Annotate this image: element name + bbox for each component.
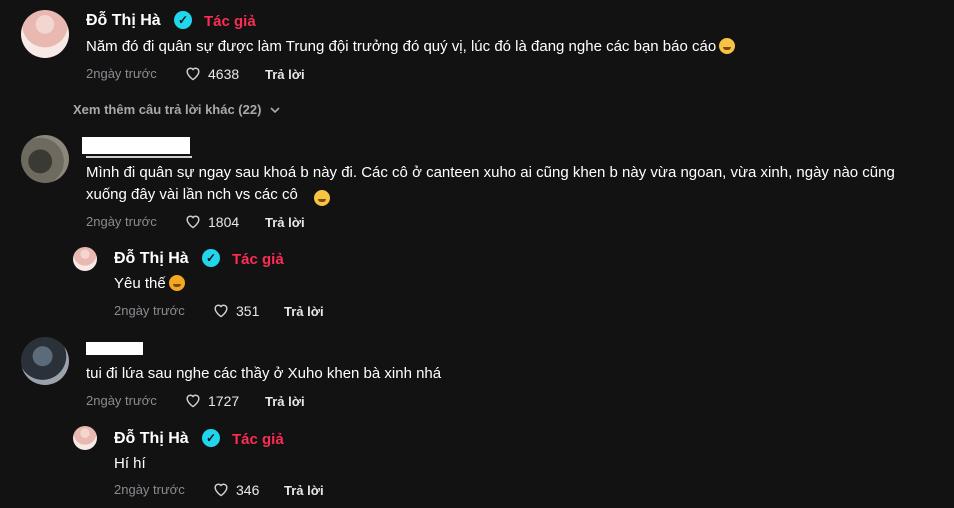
user-avatar[interactable] [21,337,69,385]
redacted-username [82,137,190,154]
user-avatar[interactable] [21,135,69,183]
verified-check-icon: ✓ [174,11,192,29]
author-tag: Tác giả [232,431,284,448]
like-count: 4638 [208,66,240,82]
comment-time: 2ngày trước [86,393,157,408]
author-name[interactable]: Đỗ Thị Hà [114,430,189,448]
reply-time: 2ngày trước [114,303,185,318]
reply-button[interactable]: Trả lời [265,215,305,230]
redaction-line [86,156,192,158]
author-avatar[interactable] [73,247,97,271]
comment-text: tui đi lứa sau nghe các thầy ở Xuho khen… [86,365,442,382]
comment-text: Năm đó đi quân sự được làm Trung đội trư… [86,36,946,58]
author-name[interactable]: Đỗ Thị Hà [114,250,189,268]
author-avatar[interactable] [73,426,97,450]
reply-text: Yêu thế [114,273,185,295]
comment-text: Mình đi quân sự ngay sau khoá b này đi. … [86,164,895,203]
heart-icon[interactable] [212,302,230,318]
reply-button[interactable]: Trả lời [265,394,305,409]
laugh-emoji-icon [314,190,330,206]
author-name[interactable]: Đỗ Thị Hà [86,12,161,30]
reply-text: Hí hí [114,455,146,472]
heart-icon[interactable] [184,213,202,229]
heart-icon[interactable] [212,481,230,497]
comment-1: Đỗ Thị Hà ✓ Tác giả Năm đó đi quân sự đư… [0,0,954,125]
comment-time: 2ngày trước [86,214,157,229]
redacted-username [86,342,143,355]
author-avatar[interactable] [21,10,69,58]
reply-time: 2ngày trước [114,482,185,497]
like-count: 351 [236,303,260,319]
like-count: 1727 [208,393,240,409]
grin-emoji-icon [719,38,736,54]
view-more-replies[interactable]: Xem thêm câu trả lời khác (22) [73,102,280,117]
comment-time: 2ngày trước [86,66,157,81]
reply-button[interactable]: Trả lời [265,67,305,82]
chevron-down-icon [270,107,280,114]
comment-2: Mình đi quân sự ngay sau khoá b này đi. … [0,125,954,325]
verified-check-icon: ✓ [202,429,220,447]
heart-icon[interactable] [184,65,202,81]
smiling-hearts-emoji-icon [168,275,185,291]
reply-button[interactable]: Trả lời [284,483,324,498]
like-count: 346 [236,482,260,498]
verified-check-icon: ✓ [202,249,220,267]
author-tag: Tác giả [204,13,256,30]
comment-3: tui đi lứa sau nghe các thầy ở Xuho khen… [0,325,954,508]
reply-button[interactable]: Trả lời [284,304,324,319]
author-tag: Tác giả [232,251,284,268]
like-count: 1804 [208,214,240,230]
heart-icon[interactable] [184,392,202,408]
